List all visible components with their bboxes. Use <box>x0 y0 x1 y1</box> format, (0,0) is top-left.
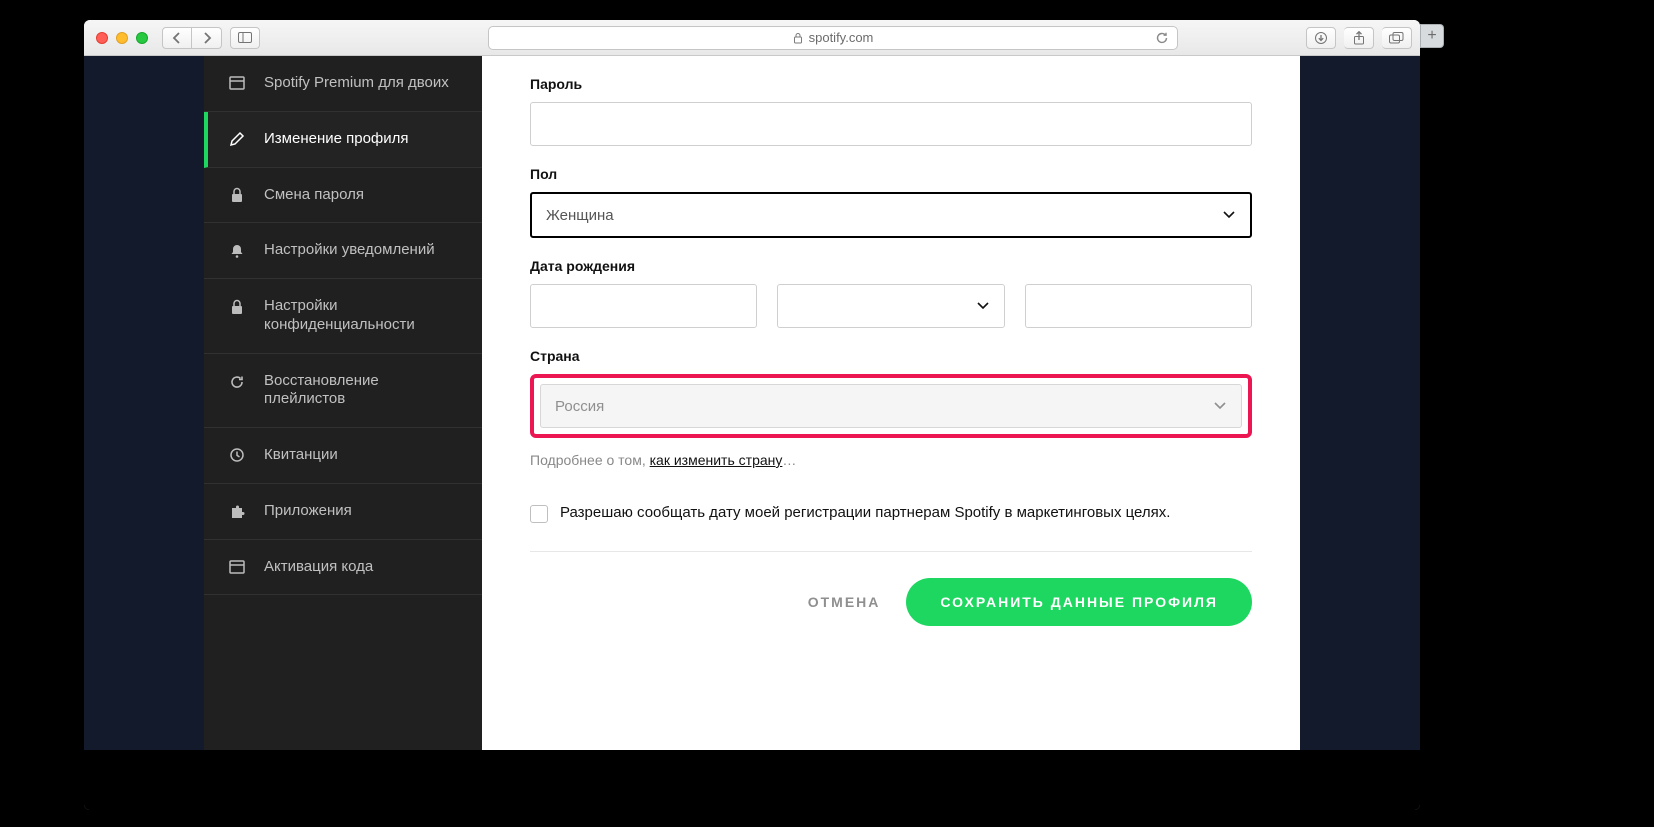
sidebar-item-recover-playlists[interactable]: Восстановление плейлистов <box>204 354 482 429</box>
tabs-button[interactable] <box>1382 27 1412 49</box>
sidebar-item-redeem[interactable]: Активация кода <box>204 540 482 596</box>
marketing-consent-label: Разрешаю сообщать дату моей регистрации … <box>560 504 1170 521</box>
chevron-down-icon <box>1213 401 1227 411</box>
safari-window: spotify.com <box>84 20 1420 810</box>
dob-month-select[interactable] <box>777 284 1004 328</box>
lock-icon <box>793 32 803 44</box>
sidebar-item-apps[interactable]: Приложения <box>204 484 482 540</box>
sidebar-item-notifications[interactable]: Настройки уведомлений <box>204 223 482 279</box>
reload-icon[interactable] <box>1155 31 1169 45</box>
country-help-text: Подробнее о том, как изменить страну… <box>530 452 1252 468</box>
puzzle-icon <box>228 503 246 519</box>
address-bar-domain: spotify.com <box>809 30 874 45</box>
sidebar-item-label: Смена пароля <box>264 186 364 205</box>
window-controls <box>92 32 148 44</box>
downloads-button[interactable] <box>1306 27 1336 49</box>
close-window-button[interactable] <box>96 32 108 44</box>
forward-button[interactable] <box>192 27 222 49</box>
chevron-down-icon <box>976 301 990 311</box>
sidebar-item-label: Настройки конфиденциальности <box>264 297 458 335</box>
sidebar-item-label: Настройки уведомлений <box>264 241 435 260</box>
dob-label: Дата рождения <box>530 258 1252 274</box>
change-country-link[interactable]: как изменить страну <box>650 452 783 468</box>
country-highlight: Россия <box>530 374 1252 438</box>
sidebar-item-label: Активация кода <box>264 558 373 577</box>
cancel-button[interactable]: ОТМЕНА <box>800 580 889 624</box>
dob-year-input[interactable] <box>1025 284 1252 328</box>
gender-select[interactable]: Женщина <box>530 192 1252 238</box>
bell-icon <box>228 243 246 259</box>
sidebar-toggle-button[interactable] <box>230 27 260 49</box>
profile-form: Пароль Пол Женщина Дата рождения Стра <box>482 56 1300 750</box>
sidebar-item-change-password[interactable]: Смена пароля <box>204 168 482 224</box>
sidebar-item-edit-profile[interactable]: Изменение профиля <box>204 112 482 168</box>
lock-icon <box>228 187 246 203</box>
country-value: Россия <box>555 398 604 415</box>
back-button[interactable] <box>162 27 192 49</box>
address-bar[interactable]: spotify.com <box>488 26 1178 50</box>
sidebar-item-label: Приложения <box>264 502 352 521</box>
sidebar-item-privacy[interactable]: Настройки конфиденциальности <box>204 279 482 354</box>
refresh-icon <box>228 374 246 390</box>
sidebar-item-receipts[interactable]: Квитанции <box>204 428 482 484</box>
pencil-icon <box>228 131 246 147</box>
dob-day-input[interactable] <box>530 284 757 328</box>
marketing-consent-checkbox[interactable] <box>530 505 548 523</box>
sidebar-item-label: Spotify Premium для двоих <box>264 74 449 93</box>
browser-toolbar: spotify.com <box>84 20 1420 56</box>
password-label: Пароль <box>530 76 1252 92</box>
lock-icon <box>228 299 246 315</box>
sidebar-item-label: Квитанции <box>264 446 338 465</box>
save-profile-button[interactable]: СОХРАНИТЬ ДАННЫЕ ПРОФИЛЯ <box>906 578 1252 626</box>
sidebar-item-label: Изменение профиля <box>264 130 409 149</box>
country-select[interactable]: Россия <box>540 384 1242 428</box>
card-icon <box>228 560 246 574</box>
sidebar-item-label: Восстановление плейлистов <box>264 372 458 410</box>
gender-label: Пол <box>530 166 1252 182</box>
country-label: Страна <box>530 348 1252 364</box>
page-viewport: Spotify Premium для двоих Изменение проф… <box>84 56 1420 810</box>
clock-icon <box>228 447 246 463</box>
divider <box>530 551 1252 552</box>
account-sidebar: Spotify Premium для двоих Изменение проф… <box>204 56 482 750</box>
minimize-window-button[interactable] <box>116 32 128 44</box>
page-footer <box>84 750 1420 810</box>
card-icon <box>228 76 246 90</box>
new-tab-button[interactable]: + <box>1420 24 1444 48</box>
password-input[interactable] <box>530 102 1252 146</box>
share-button[interactable] <box>1344 27 1374 49</box>
sidebar-item-premium-duo[interactable]: Spotify Premium для двоих <box>204 56 482 112</box>
gender-value: Женщина <box>546 207 614 224</box>
chevron-down-icon <box>1222 210 1236 220</box>
zoom-window-button[interactable] <box>136 32 148 44</box>
